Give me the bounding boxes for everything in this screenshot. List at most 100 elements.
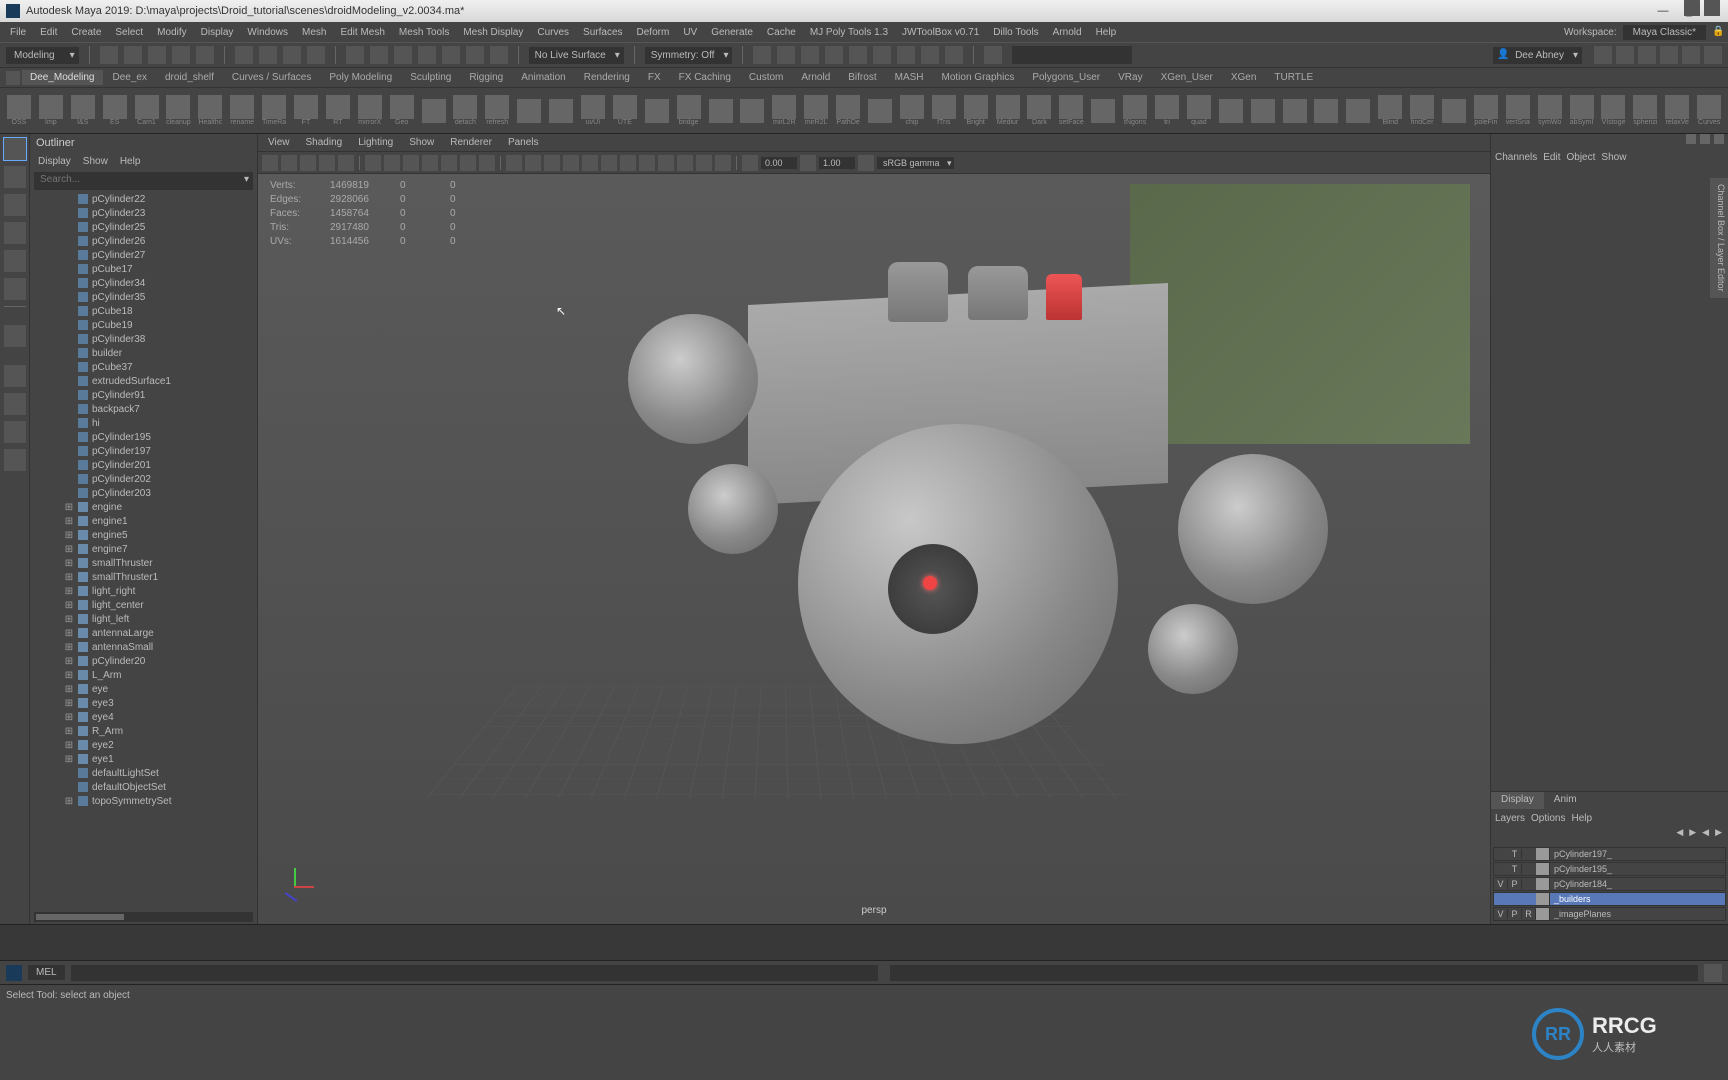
outliner-hscroll[interactable] [34,912,253,922]
menu-display[interactable]: Display [195,25,240,40]
menu-cache[interactable]: Cache [761,25,802,40]
outliner-item[interactable]: pCylinder26 [34,234,257,248]
toggle-panel4-icon[interactable] [1660,46,1678,64]
shelf-item-42[interactable] [1345,91,1371,131]
shelf-item-26[interactable]: PathDe [835,91,861,131]
outliner-item[interactable]: ⊞L_Arm [34,668,257,682]
vp-film-gate-icon[interactable] [384,155,400,171]
vp-grid-icon[interactable] [365,155,381,171]
select-by-type-icon[interactable] [235,46,253,64]
script-editor-icon[interactable] [1704,964,1722,982]
vp-shaded-icon[interactable] [525,155,541,171]
outliner-item[interactable]: ⊞eye3 [34,696,257,710]
shelf-tab-rendering[interactable]: Rendering [576,70,638,85]
shelf-item-24[interactable]: mirL2R [771,91,797,131]
shelf-item-34[interactable] [1090,91,1116,131]
outliner-item[interactable]: ⊞smallThruster [34,556,257,570]
menu-deform[interactable]: Deform [631,25,676,40]
shelf-item-25[interactable]: mirR2L [803,91,829,131]
shelf-tab-curves[interactable]: Curves / Surfaces [224,70,319,85]
outliner-item[interactable]: pCube19 [34,318,257,332]
vp-xray-joints-icon[interactable] [639,155,655,171]
mel-label[interactable]: MEL [28,965,65,980]
outliner-item[interactable]: pCylinder202 [34,472,257,486]
live-surface-dropdown[interactable]: No Live Surface [529,47,624,64]
outliner-menu-help[interactable]: Help [116,154,145,169]
vp-bookmark-icon[interactable] [281,155,297,171]
shelf-tab-dee-ex[interactable]: Dee_ex [105,70,155,85]
outliner-item[interactable]: ⊞eye1 [34,752,257,766]
shelf-item-16[interactable] [516,91,542,131]
vp-vt-icon[interactable] [858,155,874,171]
shelf-tab-xgen[interactable]: XGen [1223,70,1265,85]
shelf-item-13[interactable] [421,91,447,131]
outliner-item[interactable]: defaultObjectSet [34,780,257,794]
workspace-dropdown[interactable]: Maya Classic* [1623,25,1706,40]
snap-icon7[interactable] [490,46,508,64]
shelf-tab-dee-modeling[interactable]: Dee_Modeling [22,70,103,85]
layer-nav-next-icon[interactable]: ▶ [1689,827,1696,845]
outliner-item[interactable]: defaultLightSet [34,766,257,780]
vp-select-cam-icon[interactable] [262,155,278,171]
outliner-item[interactable]: pCylinder38 [34,332,257,346]
pause-icon[interactable] [945,46,963,64]
shelf-item-19[interactable]: UTE [612,91,638,131]
outliner-item[interactable]: pCube17 [34,262,257,276]
outliner-item[interactable]: pCylinder195 [34,430,257,444]
shelf-item-52[interactable]: relaxVe [1664,91,1690,131]
shelf-item-2[interactable]: I&S [70,91,96,131]
shelf-item-12[interactable]: Geo [389,91,415,131]
shelf-item-1[interactable]: Imp [38,91,64,131]
vp-menu-panels[interactable]: Panels [504,135,543,150]
menu-arnold[interactable]: Arnold [1047,25,1088,40]
vp-safe-action-icon[interactable] [460,155,476,171]
menu-file[interactable]: File [4,25,32,40]
toggle-panel3-icon[interactable] [1638,46,1656,64]
vp-textured-icon[interactable] [544,155,560,171]
vp-wire-icon[interactable] [506,155,522,171]
shelf-item-4[interactable]: Cam1 [134,91,160,131]
vp-aa-icon[interactable] [696,155,712,171]
snap-plane-icon[interactable] [418,46,436,64]
shelf-tab-xgen-user[interactable]: XGen_User [1153,70,1221,85]
shelf-item-36[interactable]: tri [1154,91,1180,131]
vp-menu-lighting[interactable]: Lighting [354,135,397,150]
shelf-item-6[interactable]: Healthc [197,91,223,131]
toggle-panel1-icon[interactable] [1594,46,1612,64]
menu-generate[interactable]: Generate [705,25,759,40]
shelf-item-33[interactable]: setFace [1058,91,1084,131]
render-icon8[interactable] [921,46,939,64]
outliner-item[interactable]: pCylinder201 [34,458,257,472]
vp-xray-icon[interactable] [620,155,636,171]
outliner-search-input[interactable] [34,172,253,187]
menu-edit[interactable]: Edit [34,25,63,40]
vp-menu-view[interactable]: View [264,135,294,150]
channel-menu-show[interactable]: Show [1601,152,1626,163]
snap-icon6[interactable] [466,46,484,64]
outliner-item[interactable]: ⊞R_Arm [34,724,257,738]
render-icon3[interactable] [801,46,819,64]
shelf-item-30[interactable]: Bright [963,91,989,131]
layer-nav-prev-icon[interactable]: ◀ [1676,827,1683,845]
select-highlight-icon[interactable] [259,46,277,64]
channel-menu-channels[interactable]: Channels [1495,152,1537,163]
layer-row[interactable]: VPpCylinder184_ [1493,877,1726,891]
outliner-menu-display[interactable]: Display [34,154,75,169]
viewport-canvas[interactable]: Verts:146981900Edges:292806600Faces:1458… [258,174,1490,924]
lock-icon[interactable]: 🔒 [1712,26,1724,38]
outliner-item[interactable]: ⊞light_left [34,612,257,626]
shelf-item-27[interactable] [867,91,893,131]
render-icon1[interactable] [753,46,771,64]
vp-shadows-icon[interactable] [582,155,598,171]
vp-field-chart-icon[interactable] [441,155,457,171]
menu-surfaces[interactable]: Surfaces [577,25,628,40]
shelf-item-49[interactable]: abSymI [1569,91,1595,131]
shelf-item-7[interactable]: rename [229,91,255,131]
shelf-tab-animation[interactable]: Animation [513,70,573,85]
vp-gamma-field[interactable]: 1.00 [819,157,855,169]
open-scene-icon[interactable] [124,46,142,64]
shelf-item-37[interactable]: quad [1186,91,1212,131]
menu-windows[interactable]: Windows [241,25,294,40]
menu-meshdisplay[interactable]: Mesh Display [457,25,529,40]
shelf-item-18[interactable]: uvUI [580,91,606,131]
